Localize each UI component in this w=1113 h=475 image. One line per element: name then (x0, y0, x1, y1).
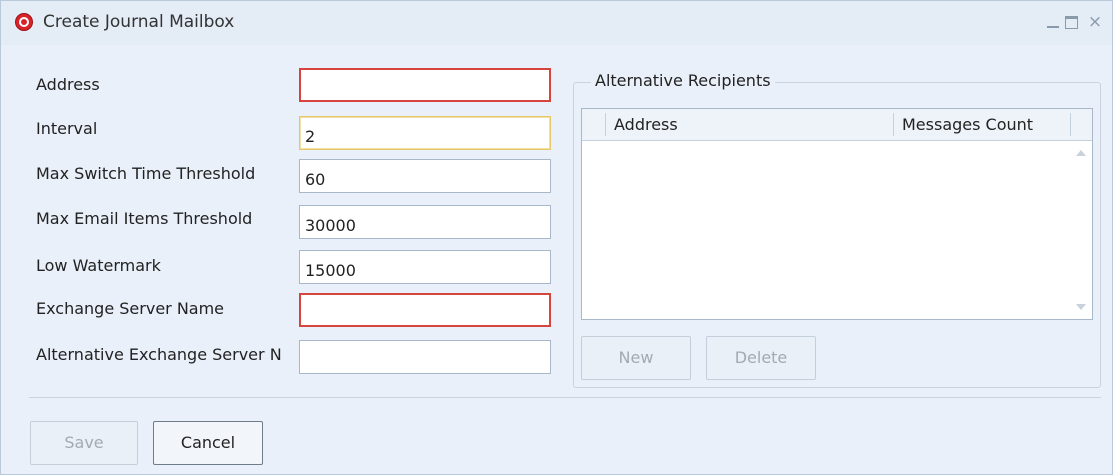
max-email-items-threshold-input[interactable] (299, 205, 551, 239)
close-icon[interactable]: × (1087, 14, 1103, 31)
column-header-messages-count[interactable]: Messages Count (902, 115, 1033, 134)
column-separator (893, 113, 894, 136)
cancel-button[interactable]: Cancel (153, 421, 263, 465)
exchange-server-name-label: Exchange Server Name (36, 299, 225, 318)
alternative-exchange-server-input[interactable] (299, 340, 551, 374)
max-switch-time-threshold-input[interactable] (299, 159, 551, 193)
interval-input[interactable] (299, 116, 551, 150)
window-title: Create Journal Mailbox (43, 12, 235, 32)
address-input[interactable] (299, 68, 551, 102)
max-switch-time-threshold-label: Max Switch Time Threshold (36, 164, 256, 183)
recipients-grid[interactable]: Address Messages Count (581, 108, 1093, 320)
grid-vertical-scrollbar[interactable] (1070, 141, 1092, 319)
save-button[interactable]: Save (30, 421, 138, 465)
new-button[interactable]: New (581, 336, 691, 380)
delete-button[interactable]: Delete (706, 336, 816, 380)
maximize-icon[interactable] (1064, 15, 1080, 29)
column-separator (1070, 113, 1071, 136)
address-label: Address (36, 75, 100, 94)
title-bar: Create Journal Mailbox × (1, 1, 1112, 45)
column-header-address[interactable]: Address (614, 115, 678, 134)
footer-divider (29, 397, 1101, 398)
scroll-down-icon[interactable] (1076, 304, 1086, 310)
app-logo-icon (15, 13, 33, 31)
alternative-exchange-server-label: Alternative Exchange Server N (36, 345, 282, 364)
alternative-recipients-title: Alternative Recipients (591, 71, 775, 90)
create-journal-mailbox-dialog: Create Journal Mailbox × Address Interva… (0, 0, 1113, 475)
low-watermark-label: Low Watermark (36, 256, 161, 275)
column-separator (605, 113, 606, 136)
low-watermark-input[interactable] (299, 250, 551, 284)
max-email-items-threshold-label: Max Email Items Threshold (36, 209, 253, 228)
exchange-server-name-input[interactable] (299, 293, 551, 327)
grid-header: Address Messages Count (582, 109, 1092, 141)
scroll-up-icon[interactable] (1076, 150, 1086, 156)
interval-label: Interval (36, 119, 98, 138)
minimize-icon[interactable] (1045, 15, 1061, 29)
